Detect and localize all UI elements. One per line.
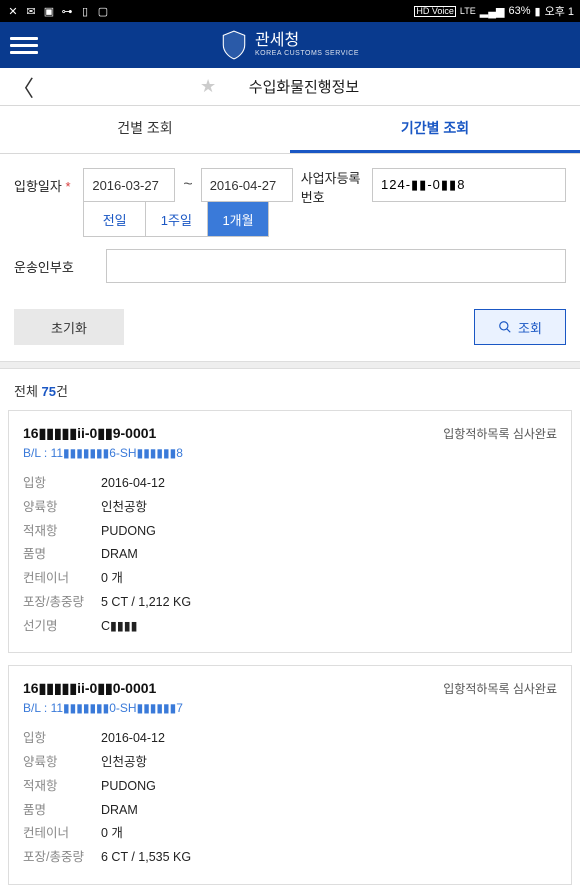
date-to-input[interactable]: [201, 168, 293, 202]
loadport-val: PUDONG: [101, 775, 156, 799]
port-key: 양륙항: [23, 751, 101, 775]
card-status: 입항적하목록 심사완료: [443, 680, 557, 697]
port-val: 인천공항: [101, 496, 147, 520]
item-val: DRAM: [101, 543, 138, 567]
arrival-key: 입항: [23, 727, 101, 751]
port-key: 양륙항: [23, 496, 101, 520]
carrier-label: 운송인부호: [14, 249, 106, 276]
battery-label: 63%: [508, 5, 530, 17]
tilde: ~: [175, 176, 200, 194]
tab-by-case[interactable]: 건별 조회: [0, 106, 290, 153]
search-icon: [498, 320, 512, 334]
period-month[interactable]: 1개월: [208, 202, 269, 236]
package-val: 5 CT / 1,212 KG: [101, 591, 191, 615]
container-key: 컨테이너: [23, 822, 101, 846]
card-bl-number: B/L : 11▮▮▮▮▮▮▮0-SH▮▮▮▮▮▮7: [23, 701, 557, 715]
header-title: 관세청: [255, 32, 359, 50]
menu-button[interactable]: [10, 31, 38, 59]
page-title: 수입화물진행정보: [249, 76, 359, 97]
container-val: 0 개: [101, 822, 123, 846]
card-status: 입항적하목록 심사완료: [443, 425, 557, 442]
container-val: 0 개: [101, 567, 123, 591]
vessel-val: C▮▮▮▮: [101, 615, 138, 639]
item-val: DRAM: [101, 799, 138, 823]
back-button[interactable]: 〈: [12, 71, 34, 103]
package-key: 포장/총중량: [23, 846, 101, 870]
arrival-val: 2016-04-12: [101, 472, 165, 496]
lte-label: LTE: [460, 6, 476, 16]
loadport-key: 적재항: [23, 775, 101, 799]
status-bar: ✕ ✉ ▣ ⊶ ▯ ▢ HD Voice LTE ▂▄▆ 63% ▮ 오후 1: [0, 0, 580, 22]
card-title: 16▮▮▮▮▮ii-0▮▮9-0001: [23, 425, 156, 442]
date-from-input[interactable]: [83, 168, 175, 202]
arrival-key: 입항: [23, 472, 101, 496]
package-val: 6 CT / 1,535 KG: [101, 846, 191, 870]
loadport-key: 적재항: [23, 520, 101, 544]
vessel-key: 선기명: [23, 615, 101, 639]
logo: 관세청 KOREA CUSTOMS SERVICE: [221, 30, 359, 60]
clock-label: 오후 1: [545, 3, 574, 19]
image-icon: ▣: [42, 4, 56, 18]
reset-button[interactable]: 초기화: [14, 309, 124, 345]
result-card[interactable]: 16▮▮▮▮▮ii-0▮▮9-0001 입항적하목록 심사완료 B/L : 11…: [8, 410, 572, 653]
key-icon: ⊶: [60, 4, 74, 18]
loadport-val: PUDONG: [101, 520, 156, 544]
tabs: 건별 조회 기간별 조회: [0, 106, 580, 154]
result-list: 16▮▮▮▮▮ii-0▮▮9-0001 입항적하목록 심사완료 B/L : 11…: [0, 410, 580, 885]
mail-icon: ✉: [24, 4, 38, 18]
sim-icon: ▢: [96, 4, 110, 18]
port-val: 인천공항: [101, 751, 147, 775]
period-prev-day[interactable]: 전일: [84, 202, 146, 236]
container-key: 컨테이너: [23, 567, 101, 591]
section-divider: [0, 361, 580, 369]
card-bl-number: B/L : 11▮▮▮▮▮▮▮6-SH▮▮▮▮▮▮8: [23, 446, 557, 460]
device-icon: ▯: [78, 4, 92, 18]
search-form: 입항일자 ~ 전일 1주일 1개월 사업자등록번호 운송인부호: [0, 154, 580, 309]
shield-icon: [221, 30, 247, 60]
action-row: 초기화 조회: [0, 309, 580, 361]
app-header: 관세청 KOREA CUSTOMS SERVICE: [0, 22, 580, 68]
carrier-input[interactable]: [106, 249, 566, 283]
result-total: 전체 75건: [0, 369, 580, 410]
result-card[interactable]: 16▮▮▮▮▮ii-0▮▮0-0001 입항적하목록 심사완료 B/L : 11…: [8, 665, 572, 885]
package-key: 포장/총중량: [23, 591, 101, 615]
favorite-star-icon[interactable]: ★: [200, 76, 216, 97]
header-subtitle: KOREA CUSTOMS SERVICE: [255, 50, 359, 58]
signal-icon: ▂▄▆: [480, 5, 505, 18]
tab-by-period[interactable]: 기간별 조회: [290, 106, 580, 153]
search-button-label: 조회: [518, 318, 542, 337]
battery-icon: ▮: [535, 5, 541, 18]
biz-number-input[interactable]: [372, 168, 566, 202]
search-button[interactable]: 조회: [474, 309, 566, 345]
arrival-val: 2016-04-12: [101, 727, 165, 751]
total-count: 75: [42, 384, 56, 399]
subheader: 〈 ★ 수입화물진행정보: [0, 68, 580, 106]
period-week[interactable]: 1주일: [146, 202, 208, 236]
sync-icon: ✕: [6, 4, 20, 18]
hd-voice-icon: HD Voice: [414, 6, 456, 17]
card-title: 16▮▮▮▮▮ii-0▮▮0-0001: [23, 680, 156, 697]
biz-number-label: 사업자등록번호: [293, 168, 372, 206]
item-key: 품명: [23, 543, 101, 567]
arrival-date-label: 입항일자: [14, 168, 83, 195]
item-key: 품명: [23, 799, 101, 823]
